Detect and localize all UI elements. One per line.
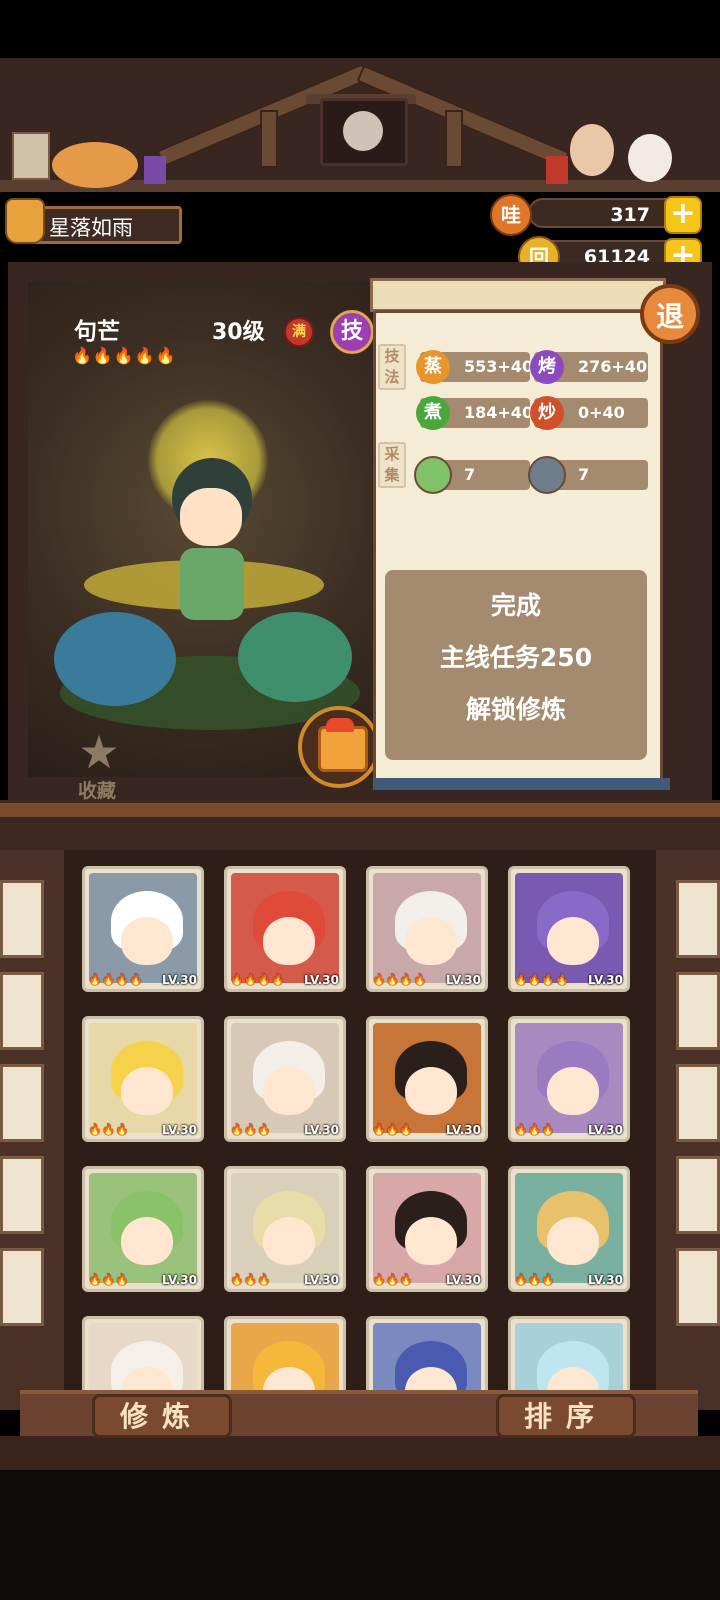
card-portrait — [373, 873, 481, 983]
card-level: LV.30 — [588, 1273, 623, 1287]
roster-card[interactable]: 🔥🔥🔥🔥 LV.30 — [508, 866, 630, 992]
card-face — [121, 917, 173, 965]
card-face — [405, 1217, 457, 1265]
card-level: LV.30 — [304, 1273, 339, 1287]
roster-card[interactable]: 🔥🔥🔥 LV.30 — [82, 1166, 204, 1292]
roster-card[interactable]: 🔥🔥🔥🔥 LV.30 — [82, 866, 204, 992]
card-portrait — [373, 1023, 481, 1133]
card-flames: 🔥🔥🔥 — [230, 1273, 272, 1286]
card-face — [547, 1067, 599, 1115]
roster-card[interactable]: 🔥🔥🔥 LV.30 — [224, 1166, 346, 1292]
card-flames: 🔥🔥🔥🔥 — [88, 973, 143, 986]
card-face — [121, 1067, 173, 1115]
card-portrait — [231, 1323, 339, 1390]
card-face — [121, 1217, 173, 1265]
card-face — [547, 1217, 599, 1265]
card-portrait — [89, 1173, 197, 1283]
card-flames: 🔥🔥🔥🔥 — [372, 973, 427, 986]
card-portrait — [89, 1023, 197, 1133]
roster-card[interactable]: 🔥🔥🔥 LV.30 — [508, 1016, 630, 1142]
card-level: LV.30 — [304, 1123, 339, 1137]
card-level: LV.30 — [588, 1123, 623, 1137]
card-portrait — [89, 873, 197, 983]
navigation-bar-area — [0, 1470, 720, 1600]
card-face — [405, 917, 457, 965]
card-portrait — [515, 1023, 623, 1133]
card-flames: 🔥🔥🔥🔥 — [230, 973, 285, 986]
card-face — [263, 1217, 315, 1265]
roster-card[interactable]: 🔥🔥🔥🔥 LV.30 — [366, 866, 488, 992]
card-portrait — [515, 1173, 623, 1283]
cultivate-button[interactable]: 修炼 — [92, 1394, 232, 1438]
roster-card[interactable]: 🔥🔥🔥 LV.30 — [224, 1016, 346, 1142]
roster-card[interactable]: 🔥🔥🔥 LV.30 — [366, 1166, 488, 1292]
card-portrait — [89, 1323, 197, 1390]
card-portrait — [231, 873, 339, 983]
card-flames: 🔥🔥🔥 — [230, 1123, 272, 1136]
roster-card[interactable] — [508, 1316, 630, 1390]
roster-card[interactable] — [366, 1316, 488, 1390]
card-level: LV.30 — [446, 1273, 481, 1287]
card-face — [405, 1067, 457, 1115]
card-face — [263, 917, 315, 965]
card-level: LV.30 — [446, 973, 481, 987]
card-level: LV.30 — [304, 973, 339, 987]
card-portrait — [373, 1173, 481, 1283]
roster-card[interactable] — [224, 1316, 346, 1390]
card-level: LV.30 — [588, 973, 623, 987]
card-portrait — [373, 1323, 481, 1390]
card-flames: 🔥🔥🔥 — [88, 1123, 130, 1136]
card-flames: 🔥🔥🔥 — [88, 1273, 130, 1286]
card-level: LV.30 — [162, 1273, 197, 1287]
card-face — [547, 917, 599, 965]
card-portrait — [515, 1323, 623, 1390]
card-level: LV.30 — [162, 973, 197, 987]
roster-card[interactable]: 🔥🔥🔥 LV.30 — [366, 1016, 488, 1142]
card-level: LV.30 — [446, 1123, 481, 1137]
roster-card[interactable]: 🔥🔥🔥🔥 LV.30 — [224, 866, 346, 992]
sort-button[interactable]: 排序 — [496, 1394, 636, 1438]
card-portrait — [231, 1023, 339, 1133]
card-portrait — [231, 1173, 339, 1283]
card-portrait — [515, 873, 623, 983]
roster-card[interactable]: 🔥🔥🔥 LV.30 — [82, 1016, 204, 1142]
card-flames: 🔥🔥🔥 — [514, 1273, 556, 1286]
roster-grid: 🔥🔥🔥🔥 LV.30 🔥🔥🔥🔥 LV.30 🔥🔥🔥🔥 LV.30 🔥🔥🔥🔥 LV.30 🔥🔥🔥 L… — [0, 0, 720, 1390]
floor-lower — [0, 1436, 720, 1470]
card-face — [263, 1067, 315, 1115]
card-flames: 🔥🔥🔥 — [372, 1273, 414, 1286]
roster-card[interactable] — [82, 1316, 204, 1390]
roster-card[interactable]: 🔥🔥🔥 LV.30 — [508, 1166, 630, 1292]
card-flames: 🔥🔥🔥 — [514, 1123, 556, 1136]
card-level: LV.30 — [162, 1123, 197, 1137]
card-flames: 🔥🔥🔥 — [372, 1123, 414, 1136]
card-flames: 🔥🔥🔥🔥 — [514, 973, 569, 986]
